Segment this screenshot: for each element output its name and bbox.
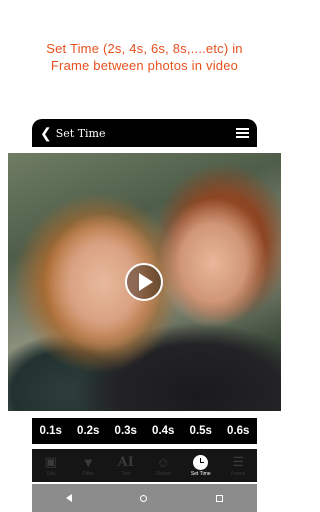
tool-label: Set Time (190, 471, 211, 477)
tool-sticker[interactable]: ☺ Sticker (145, 454, 181, 478)
time-option-0-5s[interactable]: 0.5s (190, 425, 212, 437)
image-icon: ▣ (44, 454, 57, 469)
promo-line-1: Set Time (2s, 4s, 6s, 8s,....etc) in (46, 41, 243, 56)
tool-text[interactable]: AI Text (108, 454, 144, 478)
editor-toolbar: ▣ Edit ▼ Filter AI Text ☺ Sticker Set Ti… (32, 449, 257, 482)
time-option-0-1s[interactable]: 0.1s (40, 425, 62, 437)
nav-back-icon[interactable] (66, 494, 73, 502)
time-option-0-3s[interactable]: 0.3s (115, 425, 137, 437)
clock-icon (193, 454, 209, 470)
play-icon (139, 273, 153, 291)
text-icon: AI (117, 454, 134, 470)
promo-caption: Set Time (2s, 4s, 6s, 8s,....etc) in Fra… (0, 40, 289, 74)
tool-label: Sticker (155, 471, 171, 477)
tool-label: Filter (82, 471, 94, 477)
chevron-left-icon[interactable]: ❮ (40, 126, 52, 140)
time-options: 0.1s 0.2s 0.3s 0.4s 0.5s 0.6s (32, 418, 257, 444)
promo-line-2: Frame between photos in video (50, 58, 239, 73)
list-icon[interactable] (236, 128, 249, 138)
tool-label: Edit (46, 471, 56, 477)
tool-edit[interactable]: ▣ Edit (33, 454, 69, 477)
nav-recent-icon[interactable] (215, 494, 223, 502)
filter-icon: ▼ (81, 454, 95, 470)
nav-home-icon[interactable] (140, 494, 148, 502)
tool-filter[interactable]: ▼ Filter (70, 454, 106, 478)
time-option-0-4s[interactable]: 0.4s (152, 425, 174, 437)
time-option-0-6s[interactable]: 0.6s (227, 425, 249, 437)
tool-frame[interactable]: ☰ Frame (220, 454, 256, 477)
system-nav-bar (32, 484, 257, 512)
tool-set-time[interactable]: Set Time (183, 454, 219, 477)
time-option-0-2s[interactable]: 0.2s (77, 425, 99, 437)
tool-label: Text (121, 471, 131, 477)
play-button[interactable] (125, 263, 163, 301)
page-title: Set Time (55, 126, 106, 140)
layers-icon: ☰ (232, 454, 245, 469)
tool-label: Frame (231, 471, 246, 477)
video-preview[interactable] (8, 153, 281, 411)
sticker-icon: ☺ (156, 454, 170, 470)
app-header: ❮ Set Time (32, 119, 257, 147)
